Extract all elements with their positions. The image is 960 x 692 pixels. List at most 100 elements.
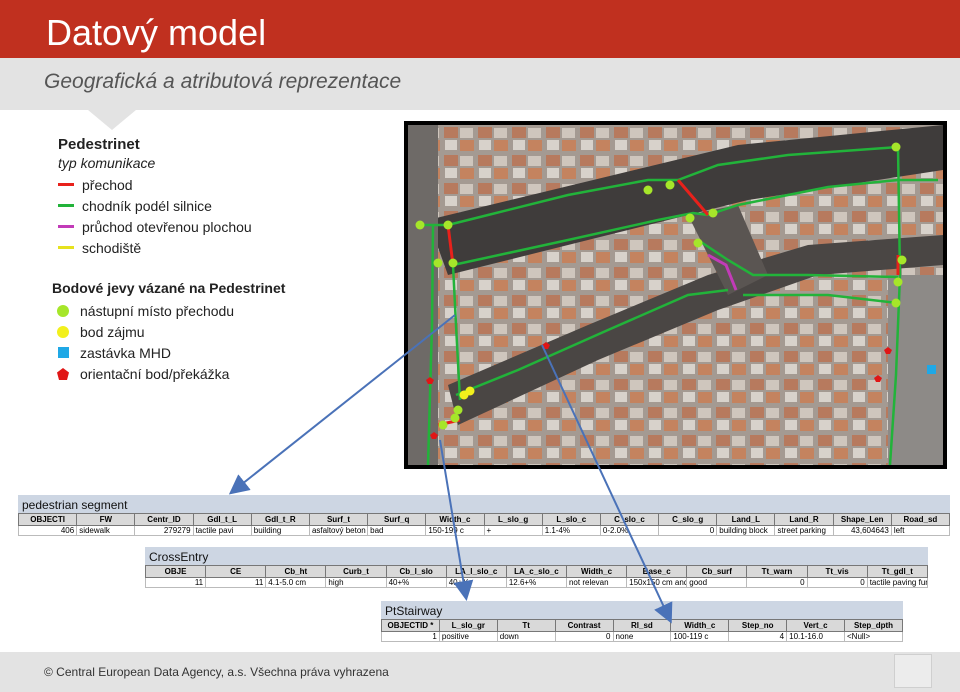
column-header[interactable]: Land_R — [774, 513, 834, 526]
table-cell[interactable]: 100-119 c — [670, 631, 730, 642]
legend-line-label: přechod — [82, 176, 133, 193]
table-cell[interactable]: 150x150 cm and — [626, 577, 688, 588]
table-cell[interactable]: sidewalk — [76, 525, 136, 536]
column-header[interactable]: Width_c — [425, 513, 485, 526]
table-cell[interactable]: asfaltový beton — [308, 525, 369, 536]
table-row[interactable]: 1 positive down 0 none 100-119 c 4 10.1-16.0 <Nu… — [381, 631, 903, 642]
table-cell[interactable]: 43,604643 — [832, 525, 892, 536]
column-header[interactable]: Width_c — [565, 565, 628, 578]
table-cell[interactable]: bad — [367, 525, 427, 536]
column-header[interactable]: L_slo_g — [483, 513, 543, 526]
column-header[interactable]: Tt — [496, 619, 556, 632]
ptstairway-title: PtStairway — [381, 601, 903, 619]
column-header[interactable]: Curb_t — [325, 565, 387, 578]
table-cell[interactable]: down — [496, 631, 556, 642]
column-header[interactable]: Centr_ID — [134, 513, 194, 526]
column-header[interactable]: Tt_vis — [806, 565, 868, 578]
column-header[interactable]: Surf_t — [308, 513, 369, 526]
table-cell[interactable]: 1 — [381, 631, 440, 642]
column-header[interactable]: Width_c — [670, 619, 730, 632]
column-header[interactable]: CE — [205, 565, 267, 578]
table-cell[interactable]: good — [686, 577, 748, 588]
aerial-map[interactable] — [404, 121, 947, 469]
column-header[interactable]: OBJECTID * — [381, 619, 440, 632]
column-header[interactable]: Step_no — [728, 619, 788, 632]
column-header[interactable]: Gdl_t_L — [192, 513, 252, 526]
column-header[interactable]: LA_c_slo_c — [505, 565, 567, 578]
column-header[interactable]: OBJE — [144, 565, 207, 578]
legend-line-swatch — [58, 225, 74, 228]
table-cell[interactable]: tactile paving functional — [866, 577, 929, 588]
column-header[interactable]: Cb_surf — [686, 565, 748, 578]
table-cell[interactable]: 1.1-4% — [541, 525, 601, 536]
entry-point — [891, 298, 901, 308]
table-cell[interactable]: building block — [716, 525, 776, 536]
column-header[interactable]: Tt_warn — [746, 565, 808, 578]
column-header[interactable]: Cb_ht — [265, 565, 327, 578]
table-cell[interactable]: + — [483, 525, 543, 536]
entry-point — [897, 255, 907, 265]
column-header[interactable]: FW — [76, 513, 136, 526]
ptstairway-table: PtStairway OBJECTID * L_slo_gr Tt Contrast R… — [381, 601, 903, 642]
table-header-row: OBJE CE Cb_ht Curb_t Cb_l_slo LA_l_slo_c LA_c_… — [144, 565, 929, 578]
table-cell[interactable]: 0 — [658, 525, 718, 536]
table-row[interactable]: 11 11 4.1-5.0 cm high 40+% 40+% 12.6+% not rele… — [144, 577, 929, 588]
column-header[interactable]: Gdl_t_R — [250, 513, 310, 526]
column-header[interactable]: L_slo_gr — [438, 619, 498, 632]
table-cell[interactable]: 4 — [728, 631, 788, 642]
pedestrian-segment-grid: OBJECTI FW Centr_ID Gdl_t_L Gdl_t_R Surf_t Sur… — [17, 513, 951, 536]
column-header[interactable]: Step_dpth — [844, 619, 903, 632]
table-cell[interactable]: left — [890, 525, 951, 536]
table-cell[interactable]: 40+% — [385, 577, 447, 588]
legend-points-title: Bodové jevy vázané na Pedestrinet — [52, 280, 286, 296]
legend-point-symbol — [52, 304, 74, 317]
table-row[interactable]: 406 sidewalk 279279 tactile pavi building asf… — [17, 525, 951, 536]
column-header[interactable]: Road_sd — [890, 513, 951, 526]
legend-line-swatch — [58, 204, 74, 207]
column-header[interactable]: C_slo_g — [658, 513, 718, 526]
table-cell[interactable]: 0 — [806, 577, 868, 588]
table-cell[interactable]: building — [250, 525, 310, 536]
column-header[interactable]: Surf_q — [367, 513, 427, 526]
legend-point-symbol — [52, 347, 74, 358]
table-cell[interactable]: none — [612, 631, 672, 642]
column-header[interactable]: OBJECTI — [17, 513, 78, 526]
column-header[interactable]: C_slo_c — [599, 513, 660, 526]
table-cell[interactable]: tactile pavi — [192, 525, 252, 536]
column-header[interactable]: LA_l_slo_c — [445, 565, 507, 578]
column-header[interactable]: Cb_l_slo — [385, 565, 447, 578]
table-cell[interactable]: 406 — [17, 525, 78, 536]
table-cell[interactable]: street parking — [774, 525, 834, 536]
legend-lines: přechod chodník podél silnice průchod otev… — [58, 174, 398, 258]
table-cell[interactable]: 0-2.0% — [599, 525, 660, 536]
table-cell[interactable]: <Null> — [844, 631, 903, 642]
table-cell[interactable]: 0 — [554, 631, 614, 642]
table-cell[interactable]: 4.1-5.0 cm — [265, 577, 327, 588]
legend-point-item: nástupní místo přechodu — [52, 300, 402, 321]
footer-logo — [894, 654, 932, 688]
column-header[interactable]: Vert_c — [786, 619, 845, 632]
table-cell[interactable]: not relevan — [565, 577, 628, 588]
column-header[interactable]: L_slo_c — [541, 513, 601, 526]
table-cell[interactable]: positive — [438, 631, 498, 642]
legend-title: Pedestrinet — [58, 136, 140, 153]
entry-point — [415, 220, 425, 230]
ptstairway-grid: OBJECTID * L_slo_gr Tt Contrast Rl_sd Width_c… — [381, 619, 903, 642]
table-cell[interactable]: high — [325, 577, 387, 588]
column-header[interactable]: Contrast — [554, 619, 614, 632]
column-header[interactable]: Rl_sd — [612, 619, 672, 632]
column-header[interactable]: Land_L — [716, 513, 776, 526]
table-cell[interactable]: 150-199 c — [425, 525, 485, 536]
table-cell[interactable]: 12.6+% — [505, 577, 567, 588]
table-cell[interactable]: 279279 — [134, 525, 194, 536]
table-cell[interactable]: 11 — [144, 577, 207, 588]
column-header[interactable]: Tt_gdl_t — [866, 565, 929, 578]
table-cell[interactable]: 10.1-16.0 — [786, 631, 845, 642]
table-cell[interactable]: 40+% — [445, 577, 507, 588]
column-header[interactable]: Shape_Len — [832, 513, 892, 526]
table-cell[interactable]: 11 — [205, 577, 267, 588]
entry-point — [443, 220, 453, 230]
column-header[interactable]: Base_c — [626, 565, 688, 578]
crossentry-title: CrossEntry — [145, 547, 928, 565]
table-cell[interactable]: 0 — [746, 577, 808, 588]
